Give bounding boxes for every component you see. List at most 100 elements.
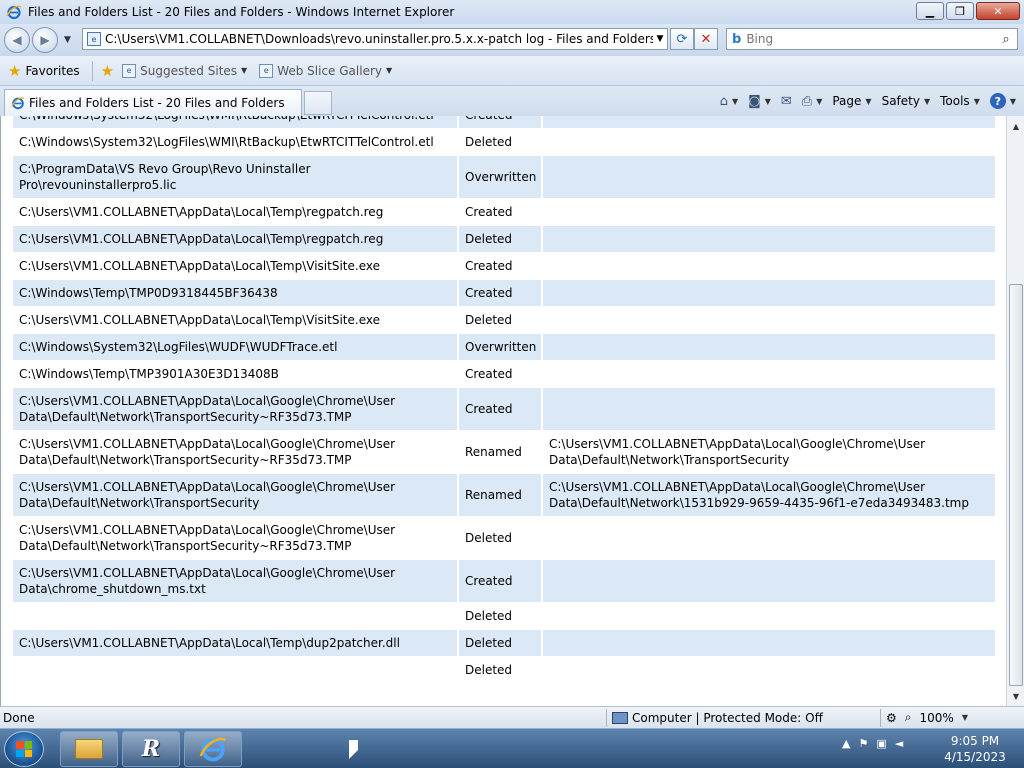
table-row: C:\Users\VM1.COLLABNET\AppData\Local\Goo… — [13, 388, 995, 431]
home-button[interactable]: ⌂ ▼ — [720, 94, 738, 109]
back-button[interactable]: ◀ — [4, 27, 30, 53]
stop-icon: ✕ — [700, 31, 712, 47]
target-cell — [543, 307, 995, 333]
taskbar-revo-button[interactable]: R — [122, 731, 180, 767]
stop-button[interactable]: ✕ — [694, 28, 718, 50]
security-zone[interactable]: Computer | Protected Mode: Off — [612, 711, 823, 725]
help-menu[interactable]: ? ▼ — [989, 93, 1016, 109]
path-cell: C:\Windows\System32\LogFiles\WMI\RtBacku… — [13, 116, 457, 128]
action-cell: Renamed — [457, 431, 543, 473]
table-row: C:\Users\VM1.COLLABNET\AppData\Local\Goo… — [13, 560, 995, 603]
path-cell: C:\Users\VM1.COLLABNET\AppData\Local\Tem… — [13, 253, 457, 279]
web-slice-gallery-link[interactable]: e Web Slice Gallery ▼ — [259, 63, 392, 78]
address-bar[interactable]: e C:\Users\VM1.COLLABNET\Downloads\revo.… — [82, 28, 668, 50]
back-arrow-icon: ◀ — [12, 33, 22, 47]
network-icon[interactable]: ▣ — [876, 737, 886, 750]
action-cell-text: Renamed — [465, 488, 522, 502]
target-cell — [543, 361, 995, 387]
show-hidden-icons-icon[interactable]: ▲ — [842, 737, 850, 750]
table-row: C:\Users\VM1.COLLABNET\AppData\Local\Tem… — [13, 307, 995, 334]
favorites-bar: ★ Favorites ★ e Suggested Sites ▼ e Web … — [0, 56, 1024, 86]
path-cell-text: C:\Users\VM1.COLLABNET\AppData\Local\Goo… — [19, 566, 396, 596]
maximize-button[interactable]: ❐ — [946, 2, 974, 20]
page-menu[interactable]: Page ▼ — [832, 94, 871, 108]
zoom-level: 100% — [919, 710, 954, 725]
scroll-up-arrow-icon[interactable]: ▲ — [1008, 118, 1024, 134]
chevron-down-icon[interactable]: ▼ — [962, 713, 968, 722]
new-tab-button[interactable] — [304, 91, 332, 115]
windows-logo-icon — [16, 741, 32, 757]
history-dropdown-icon[interactable]: ▼ — [64, 35, 71, 45]
tools-menu[interactable]: Tools ▼ — [940, 94, 980, 108]
path-cell-text: C:\ProgramData\VS Revo Group\Revo Uninst… — [19, 162, 311, 192]
target-cell — [543, 603, 995, 629]
action-cell-text: Deleted — [465, 663, 513, 677]
table-row: C:\Users\VM1.COLLABNET\AppData\Local\Tem… — [13, 253, 995, 280]
action-cell-text: Created — [465, 116, 513, 123]
taskbar-ie-button[interactable] — [184, 731, 242, 767]
read-mail-button[interactable]: ✉ — [781, 94, 792, 109]
action-cell-text: Created — [465, 205, 513, 219]
forward-button[interactable]: ▶ — [32, 27, 58, 53]
tab-active[interactable]: Files and Folders List - 20 Files and Fo… — [4, 89, 302, 116]
table-row: C:\Windows\System32\LogFiles\WMI\RtBacku… — [13, 129, 995, 156]
path-cell — [13, 657, 457, 683]
refresh-button[interactable]: ⟳ — [670, 28, 694, 50]
action-cell-text: Created — [465, 286, 513, 300]
action-cell-text: Created — [465, 402, 513, 416]
search-icon[interactable]: ⌕ — [995, 32, 1017, 47]
path-cell — [13, 603, 457, 629]
start-button[interactable] — [4, 731, 44, 767]
path-cell: C:\Windows\Temp\TMP0D9318445BF36438 — [13, 280, 457, 306]
chevron-down-icon: ▼ — [1009, 96, 1016, 106]
search-input[interactable] — [746, 32, 995, 46]
search-box[interactable]: b ⌕ — [726, 28, 1018, 50]
zoom-control[interactable]: ⚙ ⌕ 100% ▼ — [886, 710, 968, 725]
scrollbar-thumb[interactable] — [1009, 284, 1023, 686]
scroll-down-arrow-icon[interactable]: ▼ — [1008, 688, 1024, 704]
volume-muted-icon[interactable]: ◄ — [895, 737, 903, 750]
target-cell — [543, 280, 995, 306]
feeds-button[interactable]: ◙ ▼ — [748, 94, 771, 109]
suggested-sites-link[interactable]: e Suggested Sites ▼ — [122, 63, 247, 78]
page-icon: e — [87, 32, 101, 46]
target-cell: C:\Users\VM1.COLLABNET\AppData\Local\Goo… — [543, 474, 995, 516]
table-row: C:\Users\VM1.COLLABNET\AppData\Local\Tem… — [13, 199, 995, 226]
action-cell: Deleted — [457, 307, 543, 333]
address-url[interactable]: C:\Users\VM1.COLLABNET\Downloads\revo.un… — [105, 32, 653, 46]
action-center-flag-icon[interactable]: ⚑ — [858, 737, 868, 750]
navigation-bar: ◀ ▶ ▼ e C:\Users\VM1.COLLABNET\Downloads… — [0, 24, 1024, 56]
taskbar-clock[interactable]: 9:05 PM 4/15/2023 — [940, 733, 1010, 765]
path-cell-text: C:\Users\VM1.COLLABNET\AppData\Local\Tem… — [19, 636, 400, 650]
favorites-button[interactable]: ★ Favorites — [8, 62, 80, 80]
taskbar-explorer-button[interactable] — [60, 731, 118, 767]
favorites-star-icon: ★ — [8, 61, 22, 80]
ie-taskbar-icon — [199, 737, 227, 762]
path-cell-text: C:\Users\VM1.COLLABNET\AppData\Local\Goo… — [19, 394, 396, 424]
suggested-sites-icon: e — [122, 63, 137, 78]
address-dropdown-icon[interactable]: ▼ — [653, 34, 667, 44]
tab-row: Files and Folders List - 20 Files and Fo… — [0, 86, 1024, 116]
target-cell-text: C:\Users\VM1.COLLABNET\AppData\Local\Goo… — [549, 480, 969, 510]
action-cell: Created — [457, 560, 543, 602]
add-to-favorites-bar-button[interactable]: ★ — [101, 62, 114, 80]
safety-menu[interactable]: Safety ▼ — [882, 94, 931, 108]
print-button[interactable]: ⎙ ▼ — [802, 94, 823, 109]
path-cell-text: C:\Users\VM1.COLLABNET\AppData\Local\Tem… — [19, 259, 380, 273]
path-cell: C:\Users\VM1.COLLABNET\AppData\Local\Tem… — [13, 199, 457, 225]
safety-menu-label: Safety — [881, 94, 920, 108]
target-cell — [543, 560, 995, 602]
target-cell — [543, 156, 995, 198]
path-cell: C:\Windows\System32\LogFiles\WUDF\WUDFTr… — [13, 334, 457, 360]
action-cell-text: Deleted — [465, 609, 513, 623]
path-cell-text: C:\Users\VM1.COLLABNET\AppData\Local\Tem… — [19, 232, 384, 246]
close-button[interactable]: ✕ — [976, 2, 1020, 20]
vertical-scrollbar[interactable]: ▲ ▼ — [1006, 116, 1024, 706]
table-row: C:\ProgramData\VS Revo Group\Revo Uninst… — [13, 156, 995, 199]
revo-uninstaller-icon: R — [141, 736, 161, 762]
rss-feed-icon: ◙ — [748, 93, 761, 109]
minimize-button[interactable]: ▁ — [916, 2, 944, 20]
popup-blocker-icon[interactable]: ⚙ — [886, 711, 897, 725]
action-cell-text: Created — [465, 259, 513, 273]
path-cell: C:\Users\VM1.COLLABNET\AppData\Local\Tem… — [13, 307, 457, 333]
